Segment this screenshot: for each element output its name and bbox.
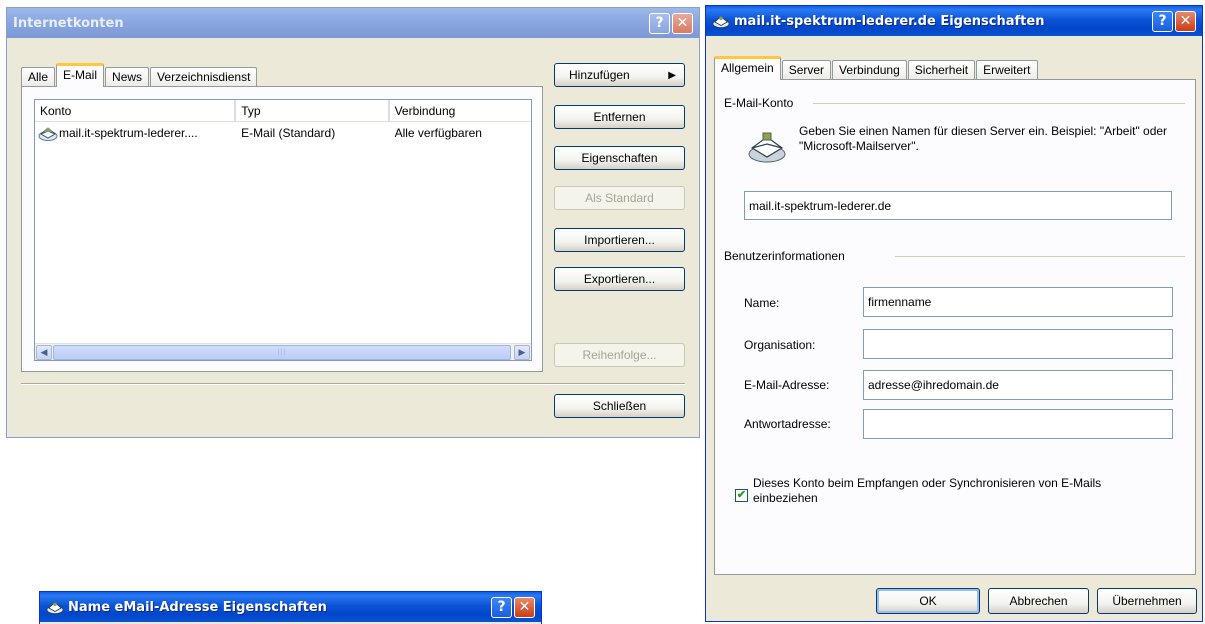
name-field[interactable]: firmenname bbox=[863, 287, 1173, 317]
help-icon[interactable]: ? bbox=[649, 12, 670, 34]
include-account-checkbox[interactable]: ✔ bbox=[735, 489, 748, 502]
export-button[interactable]: Exportieren... bbox=[554, 267, 685, 291]
tab-email[interactable]: E-Mail bbox=[56, 63, 105, 87]
internetkonten-window: Internetkonten ? ✕ Alle E-Mail News Verz… bbox=[6, 7, 700, 438]
group-divider bbox=[895, 256, 1185, 257]
group-user-info: Benutzerinformationen bbox=[724, 249, 845, 263]
account-icon bbox=[38, 125, 58, 141]
add-button-label: Hinzufügen bbox=[569, 68, 630, 82]
help-icon[interactable]: ? bbox=[491, 596, 512, 618]
window-title: Name eMail-Adresse Eigenschaften bbox=[68, 599, 327, 615]
horizontal-scrollbar[interactable]: ◀ ||| ▶ bbox=[35, 343, 531, 360]
set-default-button[interactable]: Als Standard bbox=[554, 186, 685, 210]
column-typ[interactable]: Typ bbox=[236, 100, 390, 122]
close-button[interactable]: Schließen bbox=[554, 394, 685, 418]
list-header: Konto Typ Verbindung bbox=[35, 100, 531, 122]
tab-erweitert[interactable]: Erweitert bbox=[976, 60, 1038, 80]
remove-button[interactable]: Entfernen bbox=[554, 105, 685, 129]
help-icon[interactable]: ? bbox=[1152, 10, 1173, 32]
scroll-left-icon[interactable]: ◀ bbox=[36, 345, 52, 360]
scroll-right-icon[interactable]: ▶ bbox=[514, 345, 530, 360]
import-button[interactable]: Importieren... bbox=[554, 228, 685, 252]
close-icon[interactable]: ✕ bbox=[514, 596, 535, 618]
name-email-properties-window: Name eMail-Adresse Eigenschaften ? ✕ bbox=[39, 591, 542, 624]
account-typ: E-Mail (Standard) bbox=[241, 126, 336, 140]
window-title: mail.it-spektrum-lederer.de Eigenschafte… bbox=[734, 13, 1045, 29]
internetkonten-titlebar[interactable]: Internetkonten ? ✕ bbox=[7, 8, 699, 38]
scroll-thumb[interactable]: ||| bbox=[53, 345, 511, 360]
cancel-button[interactable]: Abbrechen bbox=[988, 588, 1089, 614]
column-konto[interactable]: Konto bbox=[35, 100, 237, 122]
email-label: E-Mail-Adresse: bbox=[744, 378, 830, 392]
accounts-list[interactable]: Konto Typ Verbindung mail.it-spektrum-le… bbox=[34, 99, 532, 361]
email-tab-panel: Konto Typ Verbindung mail.it-spektrum-le… bbox=[21, 86, 543, 372]
tab-verzeichnisdienst[interactable]: Verzeichnisdienst bbox=[150, 67, 258, 87]
properties-titlebar[interactable]: mail.it-spektrum-lederer.de Eigenschafte… bbox=[706, 6, 1202, 36]
tab-server[interactable]: Server bbox=[781, 60, 832, 80]
account-konto: mail.it-spektrum-lederer.... bbox=[59, 126, 198, 140]
account-name-field[interactable]: mail.it-spektrum-lederer.de bbox=[744, 191, 1172, 220]
properties-tabs: Allgemein Server Verbindung Sicherheit E… bbox=[714, 56, 1039, 80]
tab-sicherheit[interactable]: Sicherheit bbox=[907, 60, 976, 80]
tab-verbindung[interactable]: Verbindung bbox=[832, 60, 907, 80]
general-tab-panel: E-Mail-Konto Geben Sie einen Namen für d… bbox=[714, 79, 1196, 575]
properties-window: mail.it-spektrum-lederer.de Eigenschafte… bbox=[705, 5, 1203, 622]
name-email-titlebar[interactable]: Name eMail-Adresse Eigenschaften ? ✕ bbox=[40, 592, 541, 622]
account-icon bbox=[712, 13, 730, 29]
account-type-tabs: Alle E-Mail News Verzeichnisdienst bbox=[21, 63, 258, 87]
reply-address-field[interactable] bbox=[863, 409, 1173, 439]
add-button[interactable]: Hinzufügen ▶ bbox=[554, 63, 685, 87]
ok-button[interactable]: OK bbox=[876, 588, 980, 614]
name-label: Name: bbox=[744, 296, 780, 310]
properties-button[interactable]: Eigenschaften bbox=[554, 146, 685, 170]
account-icon bbox=[46, 599, 64, 615]
order-button[interactable]: Reihenfolge... bbox=[554, 343, 685, 367]
organization-label: Organisation: bbox=[744, 338, 816, 352]
submenu-arrow-icon: ▶ bbox=[668, 69, 676, 81]
email-field[interactable]: adresse@ihredomain.de bbox=[863, 370, 1173, 400]
window-title: Internetkonten bbox=[13, 15, 124, 31]
close-icon[interactable]: ✕ bbox=[1175, 10, 1196, 32]
table-row[interactable]: mail.it-spektrum-lederer.... E-Mail (Sta… bbox=[35, 124, 531, 142]
close-icon[interactable]: ✕ bbox=[672, 12, 693, 34]
account-name-hint: Geben Sie einen Namen für diesen Server … bbox=[799, 124, 1168, 153]
divider bbox=[21, 383, 685, 385]
apply-button[interactable]: Übernehmen bbox=[1097, 588, 1197, 614]
tab-alle[interactable]: Alle bbox=[21, 67, 56, 87]
column-verbindung[interactable]: Verbindung bbox=[390, 100, 531, 122]
include-account-label: Dieses Konto beim Empfangen oder Synchro… bbox=[753, 476, 1102, 505]
reply-address-label: Antwortadresse: bbox=[744, 417, 831, 431]
organization-field[interactable] bbox=[863, 329, 1173, 359]
account-verbindung: Alle verfügbaren bbox=[394, 126, 482, 140]
account-cell: mail.it-spektrum-lederer.... bbox=[35, 125, 236, 141]
tab-news[interactable]: News bbox=[105, 67, 150, 87]
group-email-account: E-Mail-Konto bbox=[724, 96, 794, 110]
tab-allgemein[interactable]: Allgemein bbox=[714, 56, 781, 80]
group-divider bbox=[813, 103, 1185, 104]
envelope-icon bbox=[747, 128, 787, 164]
